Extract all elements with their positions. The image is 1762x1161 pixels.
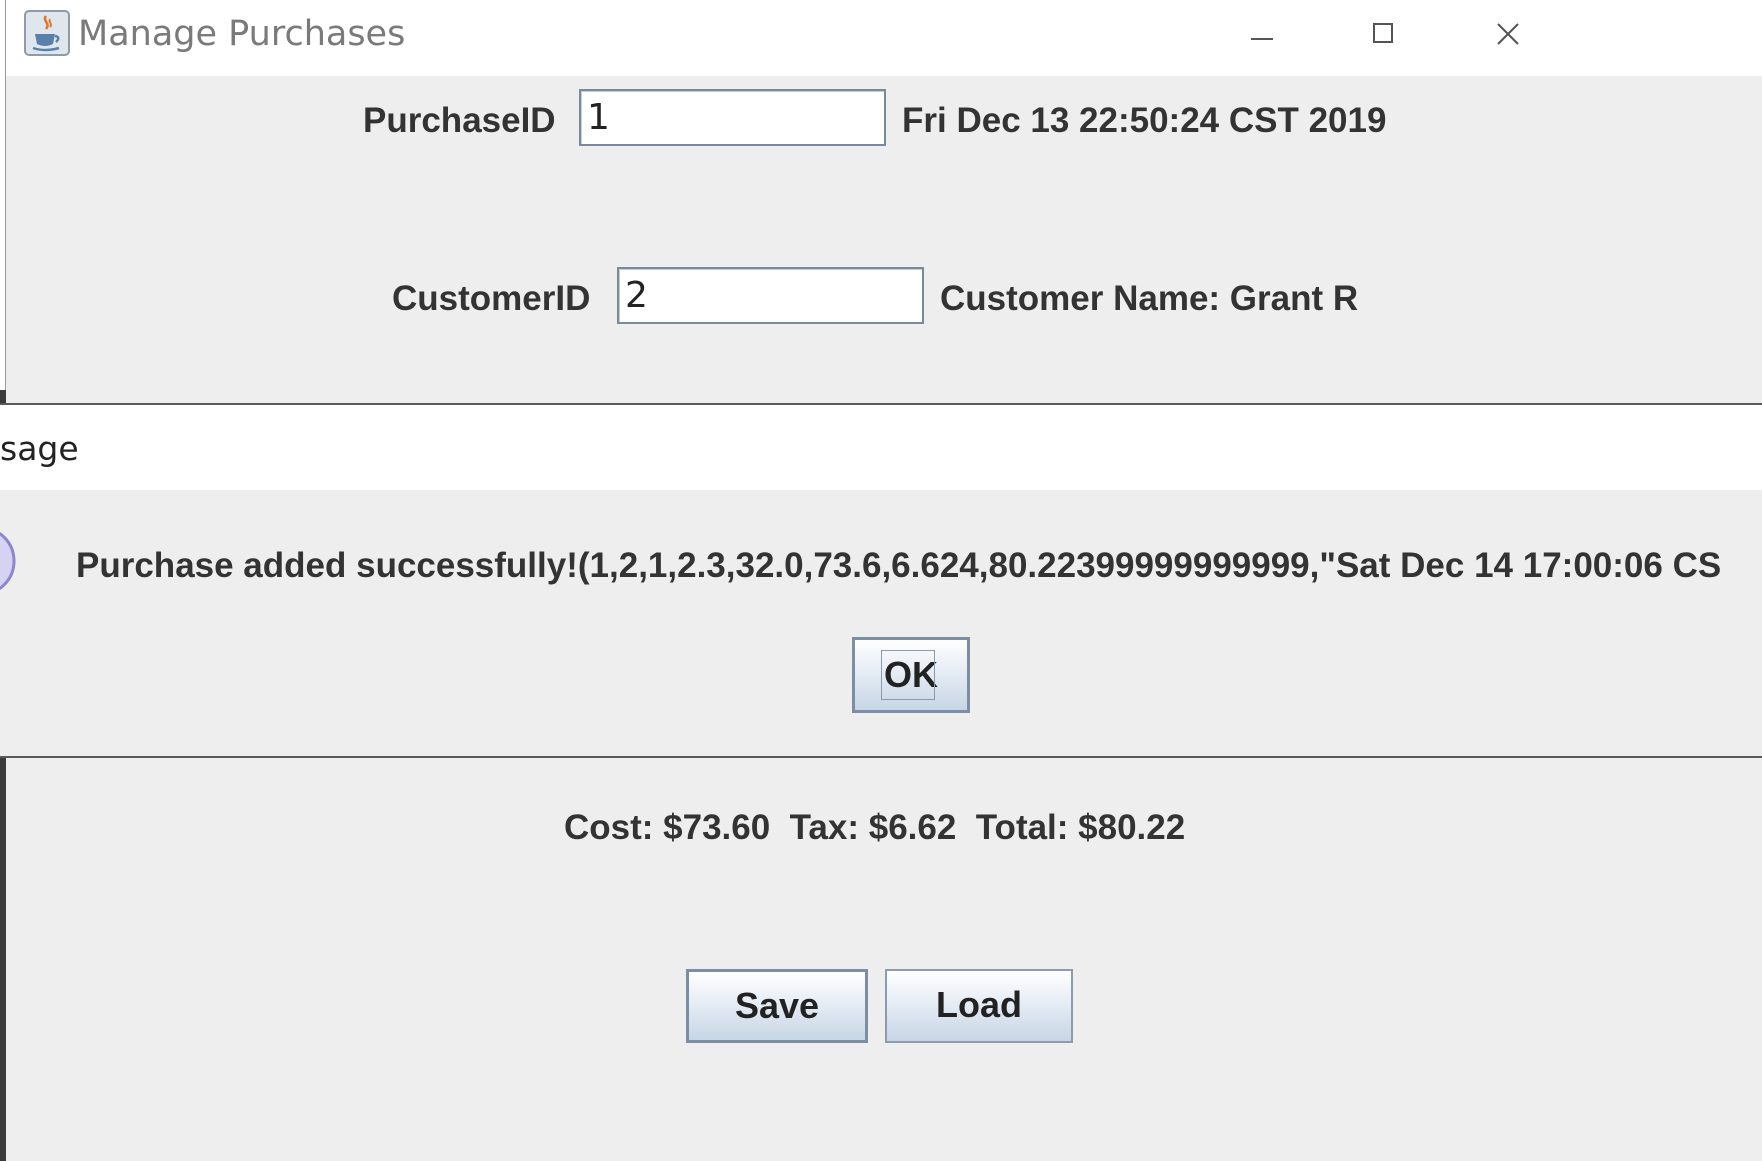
maximize-icon <box>1373 23 1393 43</box>
close-icon <box>1497 23 1519 45</box>
dialog-message: Purchase added successfully!(1,2,1,2.3,3… <box>76 546 1722 585</box>
message-dialog: sage Purchase added successfully!(1,2,1,… <box>0 403 1762 758</box>
maximize-button[interactable] <box>1354 12 1414 56</box>
customer-id-label: CustomerID <box>392 279 591 318</box>
customer-name-text: Customer Name: Grant R <box>940 279 1359 318</box>
load-button[interactable]: Load <box>885 969 1073 1043</box>
purchase-date-text: Fri Dec 13 22:50:24 CST 2019 <box>902 101 1387 140</box>
dialog-titlebar: sage <box>0 405 1762 490</box>
ok-button[interactable]: OK <box>852 637 970 713</box>
info-icon <box>0 525 16 597</box>
purchase-id-label: PurchaseID <box>363 101 556 140</box>
window-titlebar: Manage Purchases <box>6 0 1762 76</box>
save-button-label: Save <box>734 985 820 1026</box>
dialog-title: sage <box>0 429 79 468</box>
close-button[interactable] <box>1478 12 1538 56</box>
focus-ring <box>881 650 935 700</box>
save-button[interactable]: Save <box>686 969 868 1043</box>
minimize-icon <box>1251 38 1273 40</box>
java-app-icon <box>24 10 70 56</box>
minimize-button[interactable] <box>1232 12 1292 56</box>
purchase-id-input[interactable] <box>579 89 886 146</box>
totals-text: Cost: $73.60 Tax: $6.62 Total: $80.22 <box>564 808 1186 847</box>
customer-id-input[interactable] <box>617 267 924 324</box>
window-title: Manage Purchases <box>78 14 406 54</box>
load-button-label: Load <box>936 984 1022 1025</box>
